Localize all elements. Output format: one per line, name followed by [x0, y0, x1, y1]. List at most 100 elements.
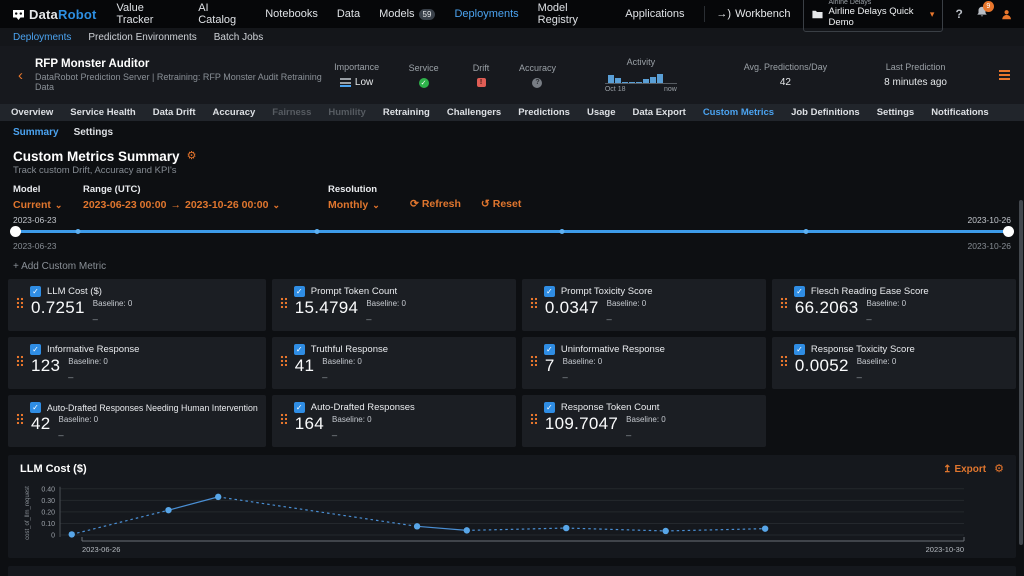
- metric-checkbox[interactable]: ✓: [294, 402, 305, 413]
- add-custom-metric-button[interactable]: + Add Custom Metric: [13, 261, 1011, 272]
- nav-data[interactable]: Data: [337, 8, 360, 20]
- time-range-slider: 2023-06-23 2023-10-26 2023-06-23 2023-10…: [13, 215, 1011, 251]
- metric-checkbox[interactable]: ✓: [794, 286, 805, 297]
- subnav-batch-jobs[interactable]: Batch Jobs: [214, 32, 263, 43]
- metric-value: 123: [31, 357, 60, 376]
- datarobot-logo[interactable]: DataRobot: [12, 7, 97, 22]
- slider-handle-start[interactable]: [10, 226, 21, 237]
- subtab-settings[interactable]: Settings: [74, 127, 113, 138]
- metric-value: 0.0052: [795, 357, 849, 376]
- drift-stat: Drift !: [456, 63, 506, 87]
- metric-name: Response Token Count: [561, 402, 660, 413]
- tab-data-drift[interactable]: Data Drift: [153, 107, 196, 118]
- range-picker[interactable]: 2023-06-23 00:00→2023-10-26 00:00⌄: [83, 199, 308, 211]
- workbench-link[interactable]: →)Workbench: [716, 8, 790, 20]
- user-profile-icon[interactable]: [1001, 8, 1012, 21]
- tab-settings[interactable]: Settings: [877, 107, 914, 118]
- tab-service-health[interactable]: Service Health: [70, 107, 135, 118]
- drag-handle-icon[interactable]: [530, 297, 537, 308]
- model-label: Model: [13, 184, 63, 195]
- metric-card-llm-cost: ✓LLM Cost ($) 0.7251Baseline: 0_: [8, 279, 266, 331]
- metric-checkbox[interactable]: ✓: [30, 402, 41, 413]
- importance-bars-icon: [340, 78, 351, 87]
- metric-checkbox[interactable]: ✓: [544, 344, 555, 355]
- metric-checkbox[interactable]: ✓: [30, 286, 41, 297]
- summary-settings-gear-icon[interactable]: ⚙: [187, 151, 197, 162]
- custom-metrics-subtabs: Summary Settings: [0, 123, 1024, 141]
- tab-custom-metrics[interactable]: Custom Metrics: [703, 107, 774, 118]
- tab-data-export[interactable]: Data Export: [632, 107, 685, 118]
- metric-card-auto-drafted: ✓Auto-Drafted Responses 164Baseline: 0_: [272, 395, 516, 447]
- metric-checkbox[interactable]: ✓: [544, 286, 555, 297]
- nav-ai-catalog[interactable]: AI Catalog: [198, 2, 246, 26]
- tab-predictions[interactable]: Predictions: [518, 107, 570, 118]
- deployment-subtitle: DataRobot Prediction Server | Retraining…: [35, 72, 322, 92]
- nav-value-tracker[interactable]: Value Tracker: [117, 2, 180, 26]
- tab-challengers[interactable]: Challengers: [447, 107, 501, 118]
- drag-handle-icon[interactable]: [780, 297, 787, 308]
- notifications-bell[interactable]: 9: [975, 5, 989, 24]
- drag-handle-icon[interactable]: [780, 355, 787, 366]
- drag-handle-icon[interactable]: [280, 297, 287, 308]
- export-button[interactable]: ↥Export: [943, 464, 986, 475]
- refresh-button[interactable]: ⟳Refresh: [410, 198, 461, 211]
- subnav-prediction-environments[interactable]: Prediction Environments: [88, 32, 196, 43]
- tab-accuracy[interactable]: Accuracy: [213, 107, 256, 118]
- metric-checkbox[interactable]: ✓: [30, 344, 41, 355]
- metric-name: Auto-Drafted Responses Needing Human Int…: [47, 403, 258, 413]
- metric-card-prompt-token-count: ✓Prompt Token Count 15.4794Baseline: 0_: [272, 279, 516, 331]
- hamburger-menu-icon[interactable]: [999, 70, 1010, 80]
- metric-baseline: Baseline: 0: [366, 299, 406, 308]
- tab-overview[interactable]: Overview: [11, 107, 53, 118]
- check-icon: ✓: [796, 346, 803, 354]
- slider-handle-end[interactable]: [1003, 226, 1014, 237]
- chart-settings-gear-icon[interactable]: ⚙: [994, 464, 1004, 475]
- metric-checkbox[interactable]: ✓: [294, 286, 305, 297]
- slider-track[interactable]: [13, 230, 1011, 233]
- reset-button[interactable]: ↺Reset: [481, 198, 521, 211]
- page-subtitle: Track custom Drift, Accuracy and KPI's: [13, 165, 1011, 176]
- drag-handle-icon[interactable]: [280, 413, 287, 424]
- drag-handle-icon[interactable]: [16, 355, 23, 366]
- metric-baseline: Baseline: 0: [322, 357, 362, 366]
- tab-job-definitions[interactable]: Job Definitions: [791, 107, 860, 118]
- metric-delta: _: [332, 426, 372, 436]
- metric-baseline: Baseline: 0: [563, 357, 603, 366]
- subnav-deployments[interactable]: Deployments: [13, 32, 71, 43]
- metric-delta: _: [322, 368, 362, 378]
- slider-end-date-top: 2023-10-26: [968, 215, 1011, 225]
- metric-checkbox[interactable]: ✓: [794, 344, 805, 355]
- chevron-down-icon: ⌄: [372, 201, 380, 210]
- drag-handle-icon[interactable]: [530, 355, 537, 366]
- drag-handle-icon[interactable]: [280, 355, 287, 366]
- tab-usage[interactable]: Usage: [587, 107, 616, 118]
- nav-deployments[interactable]: Deployments: [454, 8, 518, 20]
- back-chevron-icon[interactable]: ‹: [18, 68, 23, 83]
- svg-text:0.20: 0.20: [41, 509, 55, 516]
- subtab-summary[interactable]: Summary: [13, 127, 59, 138]
- nav-models[interactable]: Models59: [379, 8, 435, 20]
- nav-notebooks[interactable]: Notebooks: [265, 8, 318, 20]
- deployment-title: RFP Monster Auditor: [35, 58, 322, 70]
- metric-checkbox[interactable]: ✓: [544, 402, 555, 413]
- drag-handle-icon[interactable]: [16, 413, 23, 424]
- scrollbar-thumb[interactable]: [1019, 200, 1023, 545]
- metric-card-auto-drafted-human: ✓ Auto-Drafted Responses Needing Human In…: [8, 395, 266, 447]
- resolution-dropdown[interactable]: Monthly⌄: [328, 199, 390, 211]
- check-icon: ✓: [296, 288, 303, 296]
- avg-predictions-value: 42: [780, 77, 791, 88]
- nav-applications[interactable]: Applications: [625, 8, 684, 20]
- drag-handle-icon[interactable]: [16, 297, 23, 308]
- tab-notifications[interactable]: Notifications: [931, 107, 989, 118]
- help-icon[interactable]: ?: [955, 7, 962, 21]
- nav-model-registry[interactable]: Model Registry: [538, 2, 607, 26]
- metric-value: 42: [31, 415, 51, 434]
- metric-name: Truthful Response: [311, 344, 388, 355]
- chevron-down-icon: ▾: [930, 10, 935, 19]
- tab-retraining[interactable]: Retraining: [383, 107, 430, 118]
- metric-checkbox[interactable]: ✓: [294, 344, 305, 355]
- metric-value: 15.4794: [295, 299, 359, 318]
- project-selector[interactable]: Airline Delays Airline Delays Quick Demo…: [803, 0, 944, 32]
- drag-handle-icon[interactable]: [530, 413, 537, 424]
- model-dropdown[interactable]: Current⌄: [13, 199, 63, 211]
